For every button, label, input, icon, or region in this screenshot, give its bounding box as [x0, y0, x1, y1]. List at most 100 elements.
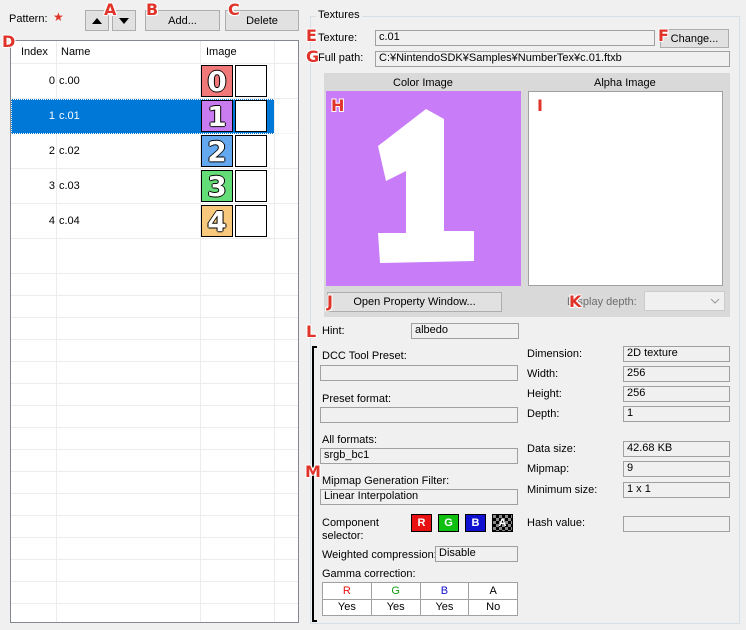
row-name: c.03 [59, 180, 80, 192]
marker-k: K [569, 292, 582, 311]
component-g: G [438, 514, 459, 532]
alpha-thumbnail [235, 100, 267, 132]
gamma-header-r: R [322, 582, 372, 600]
marker-g: G [306, 47, 320, 66]
alpha-thumbnail [235, 205, 267, 237]
minimum-size-field: 1 x 1 [623, 482, 730, 498]
dcc-preset-label: DCC Tool Preset: [322, 350, 407, 362]
color-thumbnail: 1 [201, 100, 233, 133]
marker-b: B [146, 0, 159, 19]
component-r: R [411, 514, 432, 532]
data-size-field: 42.68 KB [623, 441, 730, 457]
marker-h: H [331, 96, 345, 115]
color-thumbnail: 0 [201, 65, 233, 98]
color-image-preview[interactable] [326, 91, 521, 286]
textures-group-title: Textures [316, 9, 362, 21]
minimum-size-label: Minimum size: [527, 484, 598, 496]
gamma-header-b: B [419, 582, 470, 600]
header-index[interactable]: Index [21, 41, 48, 63]
chevron-down-icon [710, 298, 720, 304]
dimension-field: 2D texture [623, 346, 730, 362]
mipmap-label: Mipmap: [527, 463, 570, 475]
color-thumbnail: 2 [201, 135, 233, 168]
digit-one-image [378, 109, 474, 263]
texture-label: Texture: [318, 32, 358, 44]
color-image-label: Color Image [393, 77, 453, 89]
list-item[interactable]: 4 c.04 4 [11, 204, 274, 239]
gamma-header-a: A [468, 582, 518, 600]
marker-a: A [104, 0, 117, 19]
list-item[interactable]: 0 c.00 0 [11, 64, 274, 99]
marker-d: D [2, 32, 16, 51]
fullpath-label: Full path: [318, 52, 364, 64]
component-selector-label-2: selector: [322, 530, 364, 542]
component-selector-label-1: Component [322, 517, 379, 529]
arrow-up-icon [92, 17, 102, 24]
row-index: 0 [48, 75, 55, 87]
list-item-selected[interactable]: 1 c.01 1 [11, 99, 298, 134]
depth-label: Depth: [527, 408, 560, 420]
marker-c: C [228, 0, 240, 19]
gamma-value-a: No [468, 598, 518, 616]
list-item[interactable]: 3 c.03 3 [11, 169, 274, 204]
alpha-image-preview[interactable] [528, 91, 723, 286]
color-thumbnail: 3 [201, 170, 233, 203]
alpha-thumbnail [235, 65, 267, 97]
all-formats-field: srgb_bc1 [320, 448, 518, 464]
hash-value-field [623, 516, 730, 532]
pattern-list[interactable]: Index Name Image 0 c.00 0 1 c.01 1 2 c.0… [10, 40, 299, 623]
required-star-icon: ★ [53, 10, 64, 24]
display-depth-select[interactable] [644, 291, 725, 311]
component-b: B [465, 514, 486, 532]
dimension-label: Dimension: [527, 348, 583, 360]
row-name: c.01 [59, 110, 80, 122]
marker-m: M [305, 462, 321, 481]
arrow-down-icon [119, 17, 129, 24]
height-label: Height: [527, 388, 562, 400]
row-index: 3 [48, 180, 55, 192]
marker-j: J [327, 292, 333, 311]
alpha-thumbnail [235, 135, 267, 167]
gamma-table: R G B A Yes Yes Yes No [322, 582, 518, 616]
header-name[interactable]: Name [61, 41, 90, 63]
change-button[interactable]: Change... [660, 29, 729, 48]
data-size-label: Data size: [527, 443, 576, 455]
component-a: A [492, 514, 513, 532]
pattern-label: Pattern: [9, 13, 48, 25]
gamma-correction-label: Gamma correction: [322, 568, 416, 580]
gamma-value-g: Yes [370, 598, 421, 616]
preset-format-label: Preset format: [322, 393, 392, 405]
hint-field: albedo [411, 323, 519, 339]
mipmap-field: 9 [623, 461, 730, 477]
gamma-value-r: Yes [322, 598, 372, 616]
list-item[interactable]: 2 c.02 2 [11, 134, 274, 169]
marker-i: I [537, 96, 543, 115]
row-name: c.02 [59, 145, 80, 157]
width-label: Width: [527, 368, 559, 380]
header-image[interactable]: Image [206, 41, 237, 63]
row-index: 4 [48, 215, 55, 227]
gamma-header-g: G [370, 582, 421, 600]
width-field: 256 [623, 366, 730, 382]
hash-value-label: Hash value: [527, 517, 586, 529]
row-name: c.00 [59, 75, 80, 87]
marker-e: E [306, 26, 317, 45]
fullpath-field: C:¥NintendoSDK¥Samples¥NumberTex¥c.01.ft… [375, 51, 730, 67]
dcc-preset-field [320, 365, 518, 381]
row-name: c.04 [59, 215, 80, 227]
marker-f: F [658, 26, 669, 45]
row-index: 1 [48, 110, 55, 122]
row-index: 2 [48, 145, 55, 157]
texture-field: c.01 [375, 30, 655, 46]
gamma-value-b: Yes [419, 598, 470, 616]
height-field: 256 [623, 386, 730, 402]
marker-l: L [306, 322, 317, 341]
color-thumbnail: 4 [201, 205, 233, 238]
section-bracket [312, 346, 317, 622]
open-property-window-button[interactable]: Open Property Window... [327, 292, 502, 312]
weighted-compression-label: Weighted compression: [322, 549, 437, 561]
all-formats-label: All formats: [322, 434, 378, 446]
alpha-image-label: Alpha Image [594, 77, 656, 89]
hint-label: Hint: [322, 325, 345, 337]
preset-format-field [320, 407, 518, 423]
